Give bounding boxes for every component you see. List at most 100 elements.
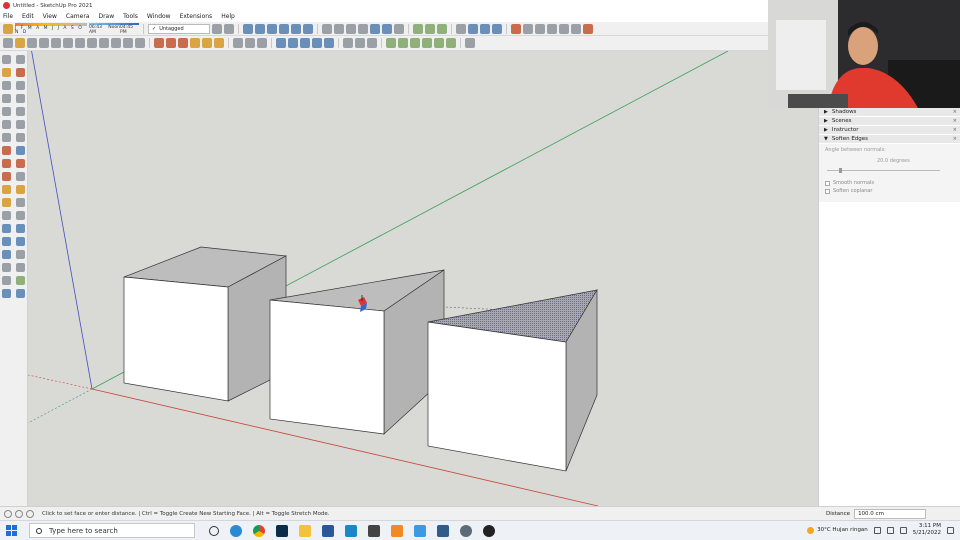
lt-arc-icon[interactable]: [2, 120, 11, 129]
freehand-icon[interactable]: [51, 38, 61, 48]
top-view-icon[interactable]: [255, 23, 265, 34]
lt-polygon-icon[interactable]: [16, 107, 25, 116]
lt-orbit-icon[interactable]: [2, 224, 11, 233]
tag-pencil-icon[interactable]: [224, 23, 234, 34]
language-icon[interactable]: [899, 526, 907, 534]
lt-solid-tools-icon[interactable]: [16, 289, 25, 298]
lt-scale-icon[interactable]: [2, 172, 11, 181]
camera-front-icon[interactable]: [480, 23, 490, 34]
close-icon[interactable]: ×: [953, 118, 957, 124]
monochrome-icon[interactable]: [394, 23, 404, 34]
measurement-input[interactable]: 100.0 cm: [854, 509, 927, 519]
follow-me-icon[interactable]: [135, 38, 145, 48]
rotate-icon[interactable]: [166, 38, 176, 48]
lt-section-icon[interactable]: [2, 276, 11, 285]
union-icon[interactable]: [410, 38, 420, 48]
intersect-icon[interactable]: [398, 38, 408, 48]
scale-icon[interactable]: [178, 38, 188, 48]
terminal-icon[interactable]: [437, 524, 449, 537]
trim-icon[interactable]: [434, 38, 444, 48]
geo-location-icon[interactable]: [4, 509, 12, 518]
lt-3dtext-icon[interactable]: [16, 211, 25, 220]
windows-start-icon[interactable]: [6, 525, 17, 536]
lt-move-icon[interactable]: [2, 146, 11, 155]
walk-icon[interactable]: [367, 38, 377, 48]
taskbar-search-input[interactable]: Type here to search: [29, 523, 195, 538]
tag-select[interactable]: ✓ Untagged: [148, 23, 210, 34]
front-view-icon[interactable]: [267, 23, 277, 34]
menu-edit[interactable]: Edit: [22, 13, 34, 20]
close-icon[interactable]: ×: [953, 136, 957, 142]
notification-icon[interactable]: [947, 526, 954, 534]
sandbox-icon[interactable]: [523, 23, 533, 34]
menu-extensions[interactable]: Extensions: [180, 13, 213, 20]
chrome-icon[interactable]: [253, 524, 265, 537]
look-around-icon[interactable]: [355, 38, 365, 48]
outer-shell-icon[interactable]: [386, 38, 396, 48]
dimension-icon[interactable]: [202, 38, 212, 48]
lt-sandbox-icon[interactable]: [16, 276, 25, 285]
stamp-icon[interactable]: [559, 23, 569, 34]
camera-iso-icon[interactable]: [468, 23, 478, 34]
wedge-3-front-face[interactable]: [427, 321, 567, 472]
task-view-icon[interactable]: [209, 525, 219, 536]
lt-select-icon[interactable]: [2, 55, 11, 64]
hidden-line-icon[interactable]: [358, 23, 368, 34]
wireframe-icon[interactable]: [346, 23, 356, 34]
photoshop-icon[interactable]: [276, 524, 288, 537]
sketchup-taskbar-icon[interactable]: [345, 524, 357, 537]
lt-protractor-icon[interactable]: [2, 198, 11, 207]
lt-paint-icon[interactable]: [2, 68, 11, 77]
lt-circle-icon[interactable]: [2, 107, 11, 116]
lt-axes-icon[interactable]: [2, 211, 11, 220]
tray-panel-scenes[interactable]: ▶ Scenes ×: [819, 117, 960, 126]
lt-eraser-icon[interactable]: [16, 68, 25, 77]
user-icon[interactable]: [26, 509, 34, 518]
zoom-extents-icon[interactable]: [312, 38, 322, 48]
drape-icon[interactable]: [571, 23, 581, 34]
zoom-icon[interactable]: [300, 38, 310, 48]
shaded-textures-icon[interactable]: [382, 23, 392, 34]
soften-coplanar-checkbox[interactable]: Soften coplanar: [825, 188, 954, 194]
store-icon[interactable]: [368, 524, 380, 537]
model-viewport[interactable]: [28, 51, 818, 506]
lt-dimension-icon[interactable]: [16, 185, 25, 194]
protractor-icon[interactable]: [214, 38, 224, 48]
tray-panel-instructor[interactable]: ▶ Instructor ×: [819, 126, 960, 135]
camera-top-icon[interactable]: [492, 23, 502, 34]
lt-freehand-icon[interactable]: [16, 81, 25, 90]
move-icon[interactable]: [154, 38, 164, 48]
lt-zoom-window-icon[interactable]: [16, 237, 25, 246]
edge-icon[interactable]: [230, 524, 242, 537]
section-cuts-icon[interactable]: [437, 23, 447, 34]
hide-icon[interactable]: [456, 23, 466, 34]
3d-text-icon[interactable]: [257, 38, 267, 48]
weather-widget[interactable]: 30°C Hujan ringan: [807, 526, 868, 534]
rectangle-icon[interactable]: [63, 38, 73, 48]
volume-icon[interactable]: [886, 526, 894, 534]
smooth-normals-checkbox[interactable]: Smooth normals: [825, 180, 954, 186]
arc-icon[interactable]: [99, 38, 109, 48]
menu-tools[interactable]: Tools: [123, 13, 138, 20]
close-icon[interactable]: ×: [953, 109, 957, 115]
lt-zoom-extents-icon[interactable]: [2, 250, 11, 259]
shaded-icon[interactable]: [370, 23, 380, 34]
shadow-time-slider[interactable]: 06:43 AM Noon 04:45 PM: [89, 22, 139, 35]
lt-lasso-icon[interactable]: [16, 55, 25, 64]
lt-pan-icon[interactable]: [16, 224, 25, 233]
slider-thumb[interactable]: [839, 168, 842, 173]
warehouse-icon[interactable]: [511, 23, 521, 34]
paint-bucket-icon[interactable]: [15, 38, 25, 48]
tray-panel-soften-edges[interactable]: ▼ Soften Edges ×: [819, 135, 960, 144]
shadows-toggle-icon[interactable]: [3, 23, 13, 34]
section-display-icon[interactable]: [425, 23, 435, 34]
terrain-icon[interactable]: [535, 23, 545, 34]
lt-outer-shell-icon[interactable]: [2, 289, 11, 298]
iso-view-icon[interactable]: [243, 23, 253, 34]
lt-line-icon[interactable]: [2, 81, 11, 90]
lt-offset-icon[interactable]: [16, 172, 25, 181]
menu-file[interactable]: File: [3, 13, 13, 20]
tag-color-icon[interactable]: [212, 23, 222, 34]
polygon-icon[interactable]: [87, 38, 97, 48]
back-view-icon[interactable]: [291, 23, 301, 34]
